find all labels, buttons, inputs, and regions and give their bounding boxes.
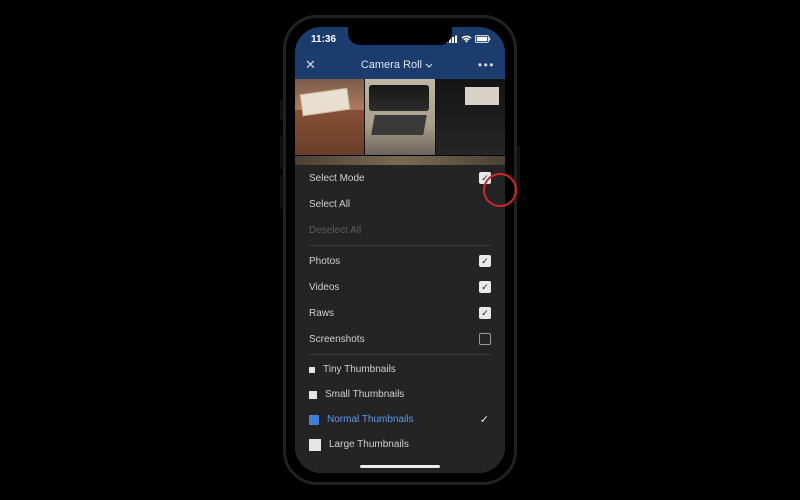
select-mode-label: Select Mode <box>309 173 365 184</box>
select-mode-checkbox[interactable] <box>479 172 491 184</box>
status-indicators <box>446 35 491 43</box>
thumb-size-icon <box>309 415 319 425</box>
thumb-normal-label: Normal Thumbnails <box>327 414 414 425</box>
nav-title-label: Camera Roll <box>361 59 422 71</box>
thumb-large-label: Large Thumbnails <box>329 439 409 450</box>
close-icon[interactable]: ✕ <box>305 57 316 73</box>
select-all-row[interactable]: Select All <box>309 191 491 217</box>
photo-grid-row <box>295 155 505 165</box>
status-time: 11:36 <box>311 34 336 45</box>
power-button <box>517 145 520 199</box>
divider <box>309 245 491 246</box>
nav-bar: ✕ Camera Roll ••• <box>295 51 505 79</box>
filter-videos-checkbox[interactable] <box>479 281 491 293</box>
filter-photos-checkbox[interactable] <box>479 255 491 267</box>
select-mode-row[interactable]: Select Mode <box>309 165 491 191</box>
thumb-size-icon <box>309 367 315 373</box>
filter-raws-row[interactable]: Raws <box>309 300 491 326</box>
filter-raws-checkbox[interactable] <box>479 307 491 319</box>
filter-screenshots-checkbox[interactable] <box>479 333 491 345</box>
filter-photos-label: Photos <box>309 256 340 267</box>
thumb-size-icon <box>309 391 317 399</box>
checkmark-icon: ✓ <box>480 413 491 426</box>
chevron-down-icon <box>425 63 433 68</box>
photo-thumbnail[interactable] <box>295 79 364 155</box>
wifi-icon <box>461 35 472 43</box>
thumb-large-row[interactable]: Large Thumbnails <box>309 432 491 457</box>
photo-grid[interactable] <box>295 79 505 155</box>
photo-thumbnail[interactable] <box>436 79 505 155</box>
screen: 11:36 ✕ Camera Roll ••• <box>295 27 505 473</box>
filter-photos-row[interactable]: Photos <box>309 248 491 274</box>
filter-screenshots-row[interactable]: Screenshots <box>309 326 491 352</box>
phone-frame: 11:36 ✕ Camera Roll ••• <box>283 15 517 485</box>
home-indicator[interactable] <box>360 465 440 468</box>
thumb-size-icon <box>309 439 321 451</box>
more-icon[interactable]: ••• <box>478 58 495 72</box>
filter-screenshots-label: Screenshots <box>309 334 365 345</box>
deselect-all-label: Deselect All <box>309 225 361 236</box>
thumb-normal-row[interactable]: Normal Thumbnails ✓ <box>309 407 491 432</box>
photo-thumbnail[interactable] <box>365 79 434 155</box>
filter-videos-row[interactable]: Videos <box>309 274 491 300</box>
select-all-label: Select All <box>309 199 350 210</box>
notch <box>348 27 452 45</box>
deselect-all-row: Deselect All <box>309 217 491 243</box>
thumb-small-label: Small Thumbnails <box>325 389 404 400</box>
options-sheet: Select Mode Select All Deselect All Phot… <box>295 165 505 473</box>
filter-videos-label: Videos <box>309 282 339 293</box>
battery-icon <box>475 35 491 43</box>
nav-title-dropdown[interactable]: Camera Roll <box>361 59 433 71</box>
thumb-tiny-row[interactable]: Tiny Thumbnails <box>309 357 491 382</box>
divider <box>309 354 491 355</box>
filter-raws-label: Raws <box>309 308 334 319</box>
thumb-tiny-label: Tiny Thumbnails <box>323 364 396 375</box>
thumb-small-row[interactable]: Small Thumbnails <box>309 382 491 407</box>
